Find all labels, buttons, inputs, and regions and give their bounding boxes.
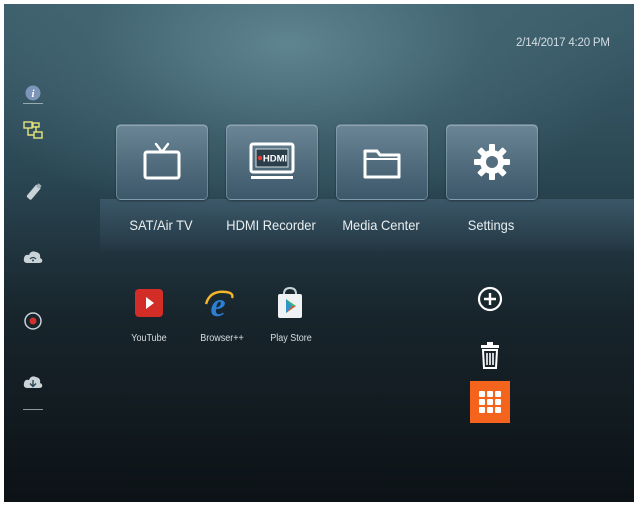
tile-label-settings: Settings — [467, 217, 515, 233]
app-label-play-store: Play Store — [270, 333, 312, 344]
cloud-download-icon[interactable] — [22, 372, 44, 394]
play-store-icon — [278, 286, 302, 318]
usb-icon[interactable] — [22, 182, 44, 204]
sidebar-divider — [23, 409, 43, 410]
tv-icon — [143, 142, 181, 180]
plus-circle-icon — [477, 286, 503, 312]
all-apps-button[interactable] — [470, 381, 510, 423]
info-icon[interactable]: i — [22, 82, 44, 104]
tile-label-sat-air-tv: SAT/Air TV — [129, 217, 193, 233]
wifi-cloud-icon[interactable] — [22, 246, 44, 268]
clock: 2/14/2017 4:20 PM — [516, 37, 610, 49]
svg-text:HDMI: HDMI — [263, 154, 287, 165]
browser-app[interactable]: e — [202, 286, 236, 320]
play-store-app[interactable] — [273, 286, 307, 320]
home-screen: 2/14/2017 4:20 PM i HDMI SAT/Air TV HDMI… — [4, 4, 634, 502]
youtube-app[interactable] — [132, 286, 166, 320]
tile-sat-air-tv[interactable] — [116, 124, 208, 200]
app-label-browser: Browser++ — [200, 333, 244, 344]
folder-icon — [363, 149, 401, 179]
tile-hdmi-recorder[interactable]: HDMI — [226, 124, 318, 200]
sidebar-divider — [23, 103, 43, 104]
browser-icon: e — [204, 287, 234, 320]
app-label-youtube: YouTube — [131, 333, 167, 344]
add-app-button[interactable] — [476, 285, 504, 313]
gear-icon — [474, 144, 510, 180]
tile-media-center[interactable] — [336, 124, 428, 200]
grid-icon — [479, 391, 501, 413]
network-icon[interactable] — [22, 120, 44, 142]
tile-label-media-center: Media Center — [342, 217, 420, 233]
delete-app-button[interactable] — [478, 340, 502, 370]
tile-label-hdmi-recorder: HDMI Recorder — [226, 217, 316, 233]
youtube-icon — [135, 289, 163, 317]
frame: 2/14/2017 4:20 PM i HDMI SAT/Air TV HDMI… — [0, 0, 639, 505]
tile-settings[interactable] — [446, 124, 538, 200]
record-icon[interactable] — [22, 310, 44, 332]
hdmi-recorder-icon: HDMI — [249, 142, 295, 179]
trash-icon — [481, 342, 499, 369]
